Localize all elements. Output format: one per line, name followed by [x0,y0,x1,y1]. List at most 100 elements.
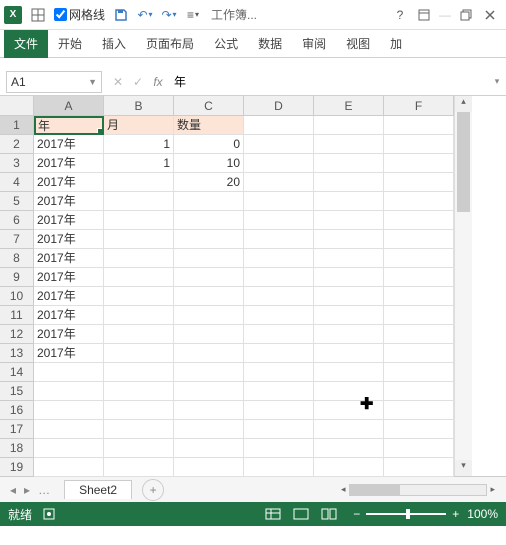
zoom-in-button[interactable]: + [452,507,459,521]
cell-E17[interactable] [314,420,384,439]
cell-F18[interactable] [384,439,454,458]
cell-B6[interactable] [104,211,174,230]
cell-F16[interactable] [384,401,454,420]
hscroll-track[interactable] [349,484,488,496]
tab-page-layout[interactable]: 页面布局 [136,30,204,58]
cell-F14[interactable] [384,363,454,382]
cell-A13[interactable]: 2017年 [34,344,104,363]
view-normal-icon[interactable] [260,505,286,523]
cell-E10[interactable] [314,287,384,306]
redo-icon[interactable]: ↷▾ [158,4,180,26]
zoom-level[interactable]: 100% [467,507,498,521]
tab-formulas[interactable]: 公式 [204,30,248,58]
column-header-C[interactable]: C [174,96,244,116]
cell-E13[interactable] [314,344,384,363]
column-header-A[interactable]: A [34,96,104,116]
formula-expand-icon[interactable]: ▾ [488,76,506,87]
tab-data[interactable]: 数据 [248,30,292,58]
cell-D6[interactable] [244,211,314,230]
cell-D11[interactable] [244,306,314,325]
cell-B12[interactable] [104,325,174,344]
cell-C7[interactable] [174,230,244,249]
cell-E15[interactable] [314,382,384,401]
cell-A9[interactable]: 2017年 [34,268,104,287]
select-all-corner[interactable] [0,96,34,116]
horizontal-scrollbar[interactable]: ◂ ▸ [338,484,498,496]
cell-C12[interactable] [174,325,244,344]
cell-F1[interactable] [384,116,454,135]
cell-D12[interactable] [244,325,314,344]
fx-icon[interactable]: fx [148,75,168,89]
cell-B4[interactable] [104,173,174,192]
macro-record-icon[interactable] [42,507,56,521]
cells[interactable]: 年月数量2017年102017年1102017年202017年2017年2017… [34,116,454,477]
cell-D4[interactable] [244,173,314,192]
cell-C10[interactable] [174,287,244,306]
cell-D15[interactable] [244,382,314,401]
cell-F8[interactable] [384,249,454,268]
cell-C15[interactable] [174,382,244,401]
cell-F13[interactable] [384,344,454,363]
cell-D2[interactable] [244,135,314,154]
cell-D10[interactable] [244,287,314,306]
row-header-7[interactable]: 7 [0,230,34,249]
cell-A11[interactable]: 2017年 [34,306,104,325]
cell-A2[interactable]: 2017年 [34,135,104,154]
name-box-dropdown-icon[interactable]: ▼ [88,77,97,87]
tab-insert[interactable]: 插入 [92,30,136,58]
cell-C4[interactable]: 20 [174,173,244,192]
cell-E19[interactable] [314,458,384,477]
cell-F6[interactable] [384,211,454,230]
tab-review[interactable]: 审阅 [292,30,336,58]
cell-A12[interactable]: 2017年 [34,325,104,344]
cell-E16[interactable] [314,401,384,420]
cell-A17[interactable] [34,420,104,439]
row-header-1[interactable]: 1 [0,116,34,135]
row-header-14[interactable]: 14 [0,363,34,382]
tab-home[interactable]: 开始 [48,30,92,58]
row-header-3[interactable]: 3 [0,154,34,173]
scroll-left-icon[interactable]: ◂ [338,484,349,495]
cell-F17[interactable] [384,420,454,439]
cell-C2[interactable]: 0 [174,135,244,154]
cell-C11[interactable] [174,306,244,325]
cell-F4[interactable] [384,173,454,192]
cell-E18[interactable] [314,439,384,458]
cell-F10[interactable] [384,287,454,306]
cell-D5[interactable] [244,192,314,211]
zoom-thumb[interactable] [406,509,410,519]
cell-E3[interactable] [314,154,384,173]
cell-F15[interactable] [384,382,454,401]
cell-E4[interactable] [314,173,384,192]
cell-B19[interactable] [104,458,174,477]
hscroll-thumb[interactable] [350,485,400,495]
undo-icon[interactable]: ↶▾ [134,4,156,26]
cell-E14[interactable] [314,363,384,382]
tab-file[interactable]: 文件 [4,30,48,58]
view-page-break-icon[interactable] [316,505,342,523]
cell-E6[interactable] [314,211,384,230]
scroll-right-icon[interactable]: ▸ [487,484,498,495]
cell-E12[interactable] [314,325,384,344]
cell-C6[interactable] [174,211,244,230]
restore-icon[interactable] [455,4,477,26]
formula-input[interactable] [168,71,488,93]
row-header-11[interactable]: 11 [0,306,34,325]
enter-icon[interactable]: ✓ [128,75,148,89]
cell-A3[interactable]: 2017年 [34,154,104,173]
column-header-D[interactable]: D [244,96,314,116]
row-header-16[interactable]: 16 [0,401,34,420]
cell-E8[interactable] [314,249,384,268]
cell-E9[interactable] [314,268,384,287]
cell-E7[interactable] [314,230,384,249]
cell-C5[interactable] [174,192,244,211]
cell-D14[interactable] [244,363,314,382]
sheet-nav-prev-icon[interactable]: ◂ [6,483,20,497]
cell-E2[interactable] [314,135,384,154]
cell-A14[interactable] [34,363,104,382]
row-header-9[interactable]: 9 [0,268,34,287]
cell-C19[interactable] [174,458,244,477]
cell-D18[interactable] [244,439,314,458]
cell-B15[interactable] [104,382,174,401]
help-icon[interactable]: ? [389,4,411,26]
